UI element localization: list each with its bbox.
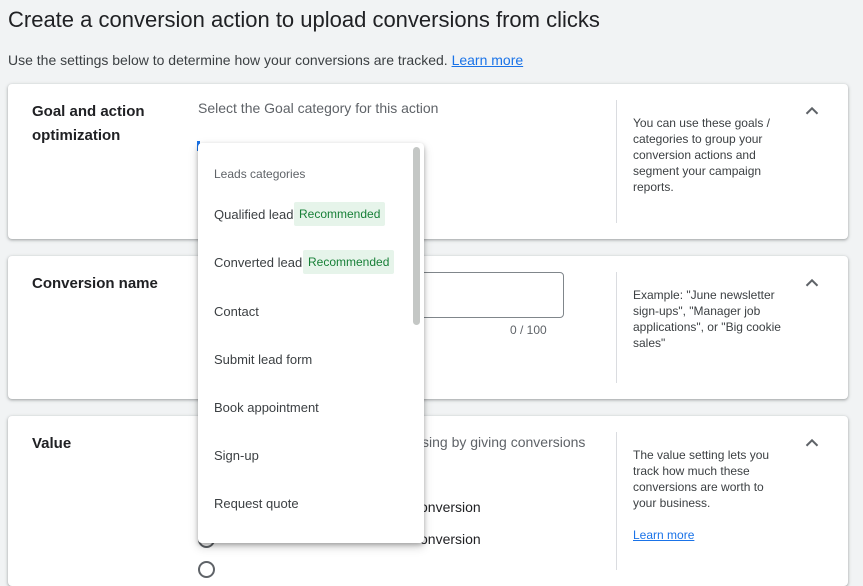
collapse-name-button[interactable] <box>801 272 823 294</box>
value-card: Value sing by giving conversions onversi… <box>8 416 848 586</box>
character-counter: 0 / 100 <box>510 323 547 337</box>
value-option-2-label: onversion <box>420 531 481 547</box>
dropdown-item-submit-lead-form[interactable]: Submit lead form <box>198 347 412 373</box>
value-card-title: Value <box>32 435 72 452</box>
goal-card-help: You can use these goals / categories to … <box>633 116 770 194</box>
goal-card: Goal and action optimization Select the … <box>8 84 848 239</box>
collapse-goal-button[interactable] <box>801 100 823 122</box>
card-divider <box>616 100 617 223</box>
goal-category-prompt: Select the Goal category for this action <box>198 100 439 116</box>
value-option-1-label: onversion <box>420 499 481 515</box>
name-card-help: Example: "June newsletter sign-ups", "Ma… <box>633 288 781 350</box>
value-card-help: The value setting lets you track how muc… <box>633 447 783 543</box>
recommended-badge: Recommended <box>303 250 395 274</box>
subtitle-text: Use the settings below to determine how … <box>8 52 448 68</box>
dropdown-item-label: Submit lead form <box>214 352 313 367</box>
card-divider <box>616 272 617 383</box>
dropdown-item-qualified-lead[interactable]: Qualified lead Recommended <box>198 202 412 228</box>
dropdown-item-converted-lead[interactable]: Converted lead Recommended <box>198 250 412 276</box>
name-card: Conversion name 0 / 100 Example: "June n… <box>8 256 848 399</box>
chevron-up-icon <box>805 106 819 115</box>
dropdown-item-label: Qualified lead <box>214 207 294 222</box>
dropdown-item-label: Sign-up <box>214 448 259 463</box>
card-divider <box>616 432 617 570</box>
value-help-text: The value setting lets you track how muc… <box>633 448 770 510</box>
dropdown-item-label: Request quote <box>214 496 299 511</box>
chevron-up-icon <box>805 438 819 447</box>
dropdown-item-request-quote[interactable]: Request quote <box>198 491 412 517</box>
name-card-title: Conversion name <box>32 275 158 292</box>
goal-category-dropdown[interactable]: Leads categories Qualified lead Recommen… <box>198 143 424 543</box>
radio-button-icon[interactable] <box>198 561 215 578</box>
learn-more-link[interactable]: Learn more <box>452 52 524 68</box>
dropdown-group-label: Leads categories <box>214 167 306 181</box>
dropdown-item-label: Contact <box>214 304 259 319</box>
page-subtitle: Use the settings below to determine how … <box>8 51 523 69</box>
chevron-up-icon <box>805 278 819 287</box>
collapse-value-button[interactable] <box>801 432 823 454</box>
dropdown-item-sign-up[interactable]: Sign-up <box>198 443 412 469</box>
goal-card-title: Goal and action optimization <box>32 103 145 144</box>
value-prompt: sing by giving conversions <box>422 434 586 450</box>
recommended-badge: Recommended <box>294 202 386 226</box>
value-learn-more-link[interactable]: Learn more <box>633 527 694 543</box>
dropdown-item-contact[interactable]: Contact <box>198 299 412 325</box>
dropdown-item-book-appointment[interactable]: Book appointment <box>198 395 412 421</box>
dropdown-item-label: Book appointment <box>214 400 319 415</box>
dropdown-scrollbar[interactable] <box>413 147 420 325</box>
dropdown-item-label: Converted lead <box>214 255 303 270</box>
page-title: Create a conversion action to upload con… <box>8 7 600 32</box>
